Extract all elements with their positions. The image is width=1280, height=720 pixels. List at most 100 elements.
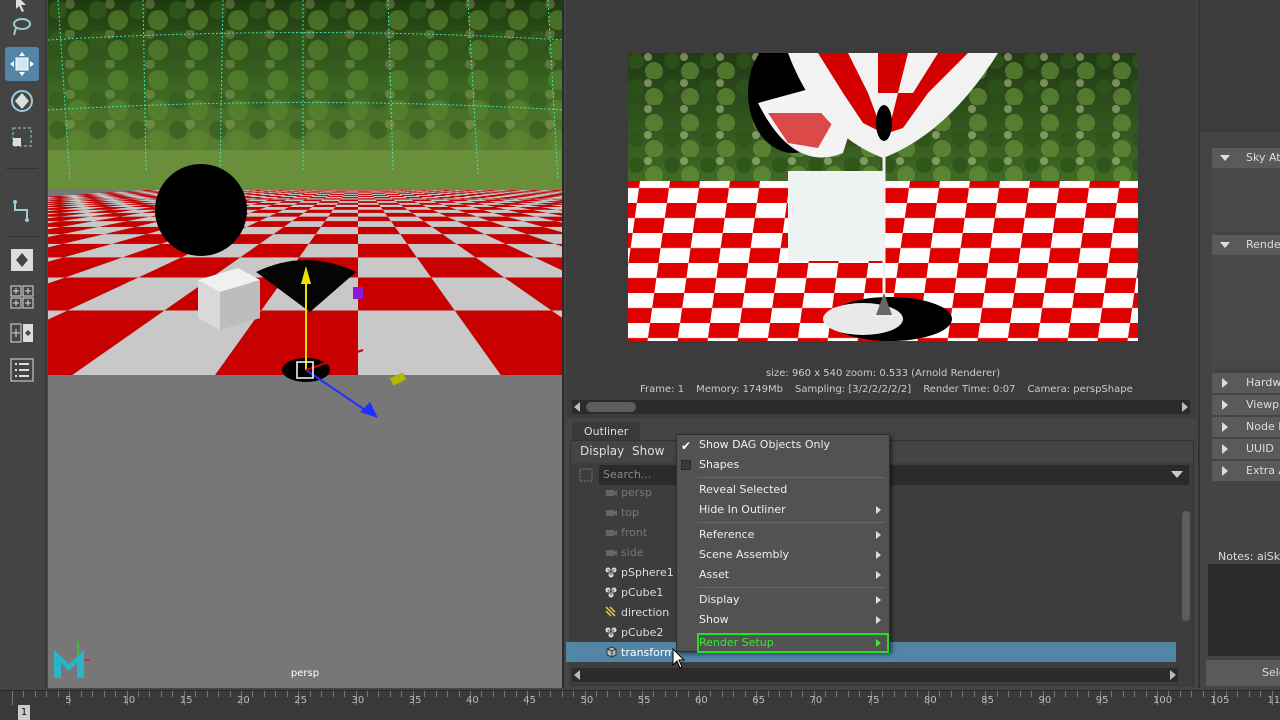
single-pane-layout-icon[interactable] [5,243,39,277]
scroll-thumb[interactable] [1182,511,1190,621]
timeline-label: 45 [523,695,536,706]
perspective-viewport[interactable]: persp [48,0,564,688]
floor-tile [358,189,370,191]
floor-tile [381,191,396,193]
floor-tile [405,191,421,193]
floor-tile [375,199,396,202]
floor-tile [391,190,404,192]
timeline-tick [332,691,334,697]
timeline-tick [939,691,941,697]
timeline-label: 10 [122,695,136,706]
timeline-tick [515,691,517,697]
timeline-tick [687,691,689,697]
menu-item-reference[interactable]: Reference [677,525,889,545]
lasso-tool-icon[interactable] [5,10,39,44]
floor-tile [342,195,358,197]
menu-item-asset[interactable]: Asset [677,565,889,585]
timeline-tick [561,691,563,697]
scale-tool-icon[interactable] [5,120,39,154]
timeline-tick [1065,691,1067,697]
floor-tile [320,221,358,227]
menu-separator [697,587,885,588]
floor-tile [562,197,564,198]
timeline-tick [435,691,437,697]
menu-item-hide-in-outliner[interactable]: Hide In Outliner [677,500,889,520]
check-icon: ✔ [681,439,692,453]
floor-tile [335,189,348,191]
section-sky-attributes[interactable]: Sky At [1212,148,1280,168]
floor-tile [302,199,323,202]
rendered-image[interactable] [628,53,1138,341]
timeline-tick [1076,691,1078,697]
submenu-arrow-icon [876,616,881,624]
scroll-right-icon[interactable] [1170,670,1176,680]
menu-item-scene-assembly[interactable]: Scene Assembly [677,545,889,565]
scroll-left-icon[interactable] [574,402,580,412]
outliner-horizontal-scrollbar[interactable] [572,668,1178,682]
floor-tile [392,191,406,192]
menu-item-display[interactable]: Display [677,590,889,610]
timeline-tick [790,691,792,697]
floor-tile [346,191,358,192]
snap-tool-icon[interactable] [5,194,39,228]
four-pane-layout-icon[interactable] [5,280,39,314]
timeline-tick [973,691,975,697]
submenu-arrow-icon [876,571,881,579]
rotate-tool-icon[interactable] [5,84,39,118]
cube-object[interactable] [198,268,260,330]
outliner-display-menu[interactable]: Display [580,444,624,458]
outliner-item-label: pSphere1 [621,566,674,579]
section-render-stats[interactable]: Rende [1212,235,1280,255]
menu-item-shapes[interactable]: Shapes [677,455,889,475]
floor-tile [305,198,325,200]
scroll-thumb[interactable] [586,402,636,412]
time-slider[interactable]: 1 5 10 15 20 25 30 35 40 45 50 55 60 65 70 75 80 85 90 95 1… [0,690,1280,720]
chevron-down-icon[interactable] [1171,471,1183,478]
floor-tile [317,193,333,195]
timeline-label: 60 [695,695,708,706]
section-hardware-texturing[interactable]: Hardw [1212,373,1280,393]
timeline-tick [1191,691,1193,697]
attribute-editor: Sky At Rende Hardw Viewp Node I UUID Ext… [1198,0,1280,688]
timeline-tick [80,691,82,697]
menu-item-show-dag[interactable]: ✔ Show DAG Objects Only [677,435,889,455]
checkbox-icon [681,460,691,470]
section-viewport[interactable]: Viewp [1212,395,1280,415]
timeline-tick [962,691,964,697]
scroll-left-icon[interactable] [574,670,580,680]
outliner-show-menu[interactable]: Show [632,444,664,458]
floor-tile [298,212,331,217]
timeline-tick [859,691,861,697]
timeline-label: 65 [752,695,765,706]
filter-icon[interactable] [579,468,593,482]
scroll-right-icon[interactable] [1182,402,1188,412]
timeline-label: 90 [1038,695,1052,706]
floor-tile [402,190,416,192]
move-tool-icon[interactable] [5,47,39,81]
timeline-tick [492,691,494,697]
notes-field[interactable] [1208,564,1280,656]
current-frame-marker[interactable]: 1 [18,705,30,720]
submenu-arrow-icon [876,596,881,604]
sphere-object[interactable] [155,164,247,256]
floor-tile [335,204,358,208]
section-node-info[interactable]: Node I [1212,417,1280,437]
floor-tile [402,195,421,197]
section-extra-attributes[interactable]: Extra A [1212,461,1280,481]
outliner-layout-icon[interactable] [5,353,39,387]
floor-tile [322,191,336,192]
menu-item-reveal-selected[interactable]: Reveal Selected [677,480,889,500]
menu-item-show[interactable]: Show [677,610,889,630]
timeline-tick [23,691,25,697]
outliner-tab[interactable]: Outliner [572,422,640,440]
section-uuid[interactable]: UUID [1212,439,1280,459]
select-button[interactable]: Sele [1206,660,1280,686]
render-view-panel: size: 960 x 540 zoom: 0.533 (Arnold Rend… [566,0,1196,418]
outliner-vertical-scrollbar[interactable] [1181,503,1191,687]
outliner-item-label: front [621,526,648,539]
timeline-label: 105 [1210,695,1230,706]
render-view-scrollbar[interactable] [572,400,1190,414]
two-pane-layout-icon[interactable] [5,316,39,350]
menu-item-render-setup[interactable]: Render Setup [697,633,889,653]
floor-tile [370,193,386,195]
